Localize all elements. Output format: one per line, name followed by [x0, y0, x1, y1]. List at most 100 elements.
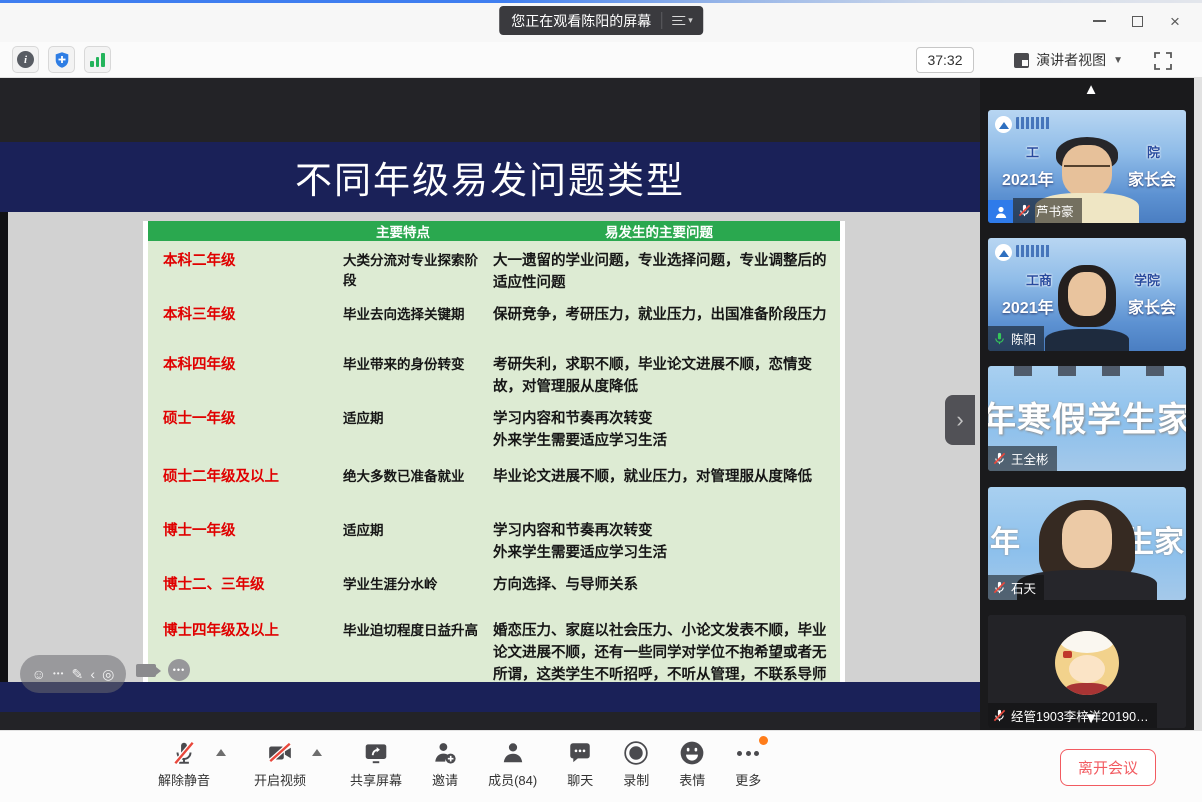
- minimize-button[interactable]: [1080, 0, 1118, 42]
- presenter-camera-icon: [136, 664, 156, 677]
- scroll-up-arrow[interactable]: ▲: [1084, 82, 1099, 97]
- participant-tile[interactable]: 工商学院 2021年家长会 陈阳: [988, 238, 1186, 351]
- cropped-text-fragments: [988, 366, 1186, 376]
- invite-button[interactable]: 邀请: [432, 740, 458, 789]
- screen-share-menu-button[interactable]: ▾: [661, 12, 695, 30]
- smiley-icon: ☺: [32, 667, 46, 681]
- participant-name: 石天: [1011, 578, 1036, 597]
- presenter-more-icon: •••: [168, 659, 190, 681]
- fullscreen-button[interactable]: [1149, 47, 1176, 74]
- participant-name: 王全彬: [1011, 449, 1049, 468]
- camera-muted-icon: [267, 740, 293, 766]
- meeting-security-button[interactable]: [48, 46, 75, 73]
- university-logo-icon: [995, 244, 1012, 261]
- focus-icon: ◎: [102, 667, 114, 681]
- video-options-caret[interactable]: [312, 749, 322, 756]
- participant-name: 陈阳: [1011, 329, 1036, 348]
- signal-bars-icon: [90, 53, 105, 67]
- chevron-right-icon: ›: [956, 407, 963, 433]
- mic-on-icon: [993, 332, 1006, 345]
- audio-options-caret[interactable]: [216, 749, 226, 756]
- comment-icon: •••: [53, 670, 64, 678]
- chat-label: 聊天: [567, 770, 593, 789]
- maximize-button[interactable]: [1118, 0, 1156, 42]
- participant-nameplate: 王全彬: [988, 446, 1057, 471]
- emoji-button[interactable]: 表情: [679, 740, 705, 789]
- participants-sidebar: ▲ 工院 2021年家长会 芦书豪: [980, 78, 1202, 730]
- members-icon: [500, 740, 526, 766]
- members-label: 成员(84): [488, 770, 537, 789]
- table-row: 博士二、三年级 学业生涯分水岭 方向选择、与导师关系: [148, 565, 840, 611]
- window-controls: ×: [1080, 0, 1194, 42]
- start-video-button[interactable]: 开启视频: [254, 740, 306, 789]
- chevron-down-icon: ▾: [688, 16, 693, 25]
- participant-name: 经管1903李梓洋20190…: [1011, 706, 1149, 725]
- participant-name: 芦书豪: [1036, 201, 1074, 220]
- participant-tile[interactable]: 年寒假学生家 王全彬: [988, 366, 1186, 471]
- members-button[interactable]: 成员(84): [488, 740, 537, 789]
- notification-dot: [759, 736, 768, 745]
- close-icon: ×: [1170, 13, 1180, 30]
- sidebar-scrollbar[interactable]: [1194, 78, 1202, 730]
- background-banner-text: 年寒假学生家: [988, 392, 1186, 441]
- scroll-down-arrow[interactable]: ▼: [1084, 711, 1099, 726]
- table-header-row: 主要特点 易发生的主要问题: [148, 221, 840, 241]
- shield-icon: [53, 51, 71, 69]
- app-window: { "window": { "watching_badge": "您正在观看陈阳…: [0, 0, 1202, 802]
- slide-table: 主要特点 易发生的主要问题 本科二年级 大类分流对专业探索阶段 大一遗留的学业问…: [143, 221, 845, 690]
- university-logo-icon: [995, 116, 1012, 133]
- chat-button[interactable]: 聊天: [567, 740, 593, 789]
- mic-muted-icon: [993, 581, 1006, 594]
- mic-muted-icon: [993, 452, 1006, 465]
- university-name-mark: [1016, 245, 1050, 257]
- slide-bottom-band: [0, 682, 980, 712]
- participant-tile[interactable]: 年 生家 石天: [988, 487, 1186, 600]
- more-dots-icon: [737, 751, 759, 756]
- participant-tile[interactable]: 工院 2021年家长会 芦书豪: [988, 110, 1186, 223]
- invite-label: 邀请: [432, 770, 458, 789]
- participant-video: [1027, 265, 1147, 351]
- record-button[interactable]: 录制: [623, 740, 649, 789]
- share-screen-label: 共享屏幕: [350, 770, 402, 789]
- start-video-label: 开启视频: [254, 770, 306, 789]
- collapse-chevron-icon: ‹: [90, 667, 95, 681]
- chevron-down-icon: ▼: [1113, 55, 1123, 66]
- slide-left-edge: [0, 212, 8, 682]
- network-quality-button[interactable]: [84, 46, 111, 73]
- record-label: 录制: [623, 770, 649, 789]
- table-row: 博士一年级 适应期 学习内容和节奏再次转变 外来学生需要适应学习生活: [148, 511, 840, 565]
- view-mode-button[interactable]: 演讲者视图 ▼: [1005, 46, 1132, 74]
- university-name-mark: [1016, 117, 1050, 129]
- slide-body: 主要特点 易发生的主要问题 本科二年级 大类分流对专业探索阶段 大一遗留的学业问…: [0, 212, 980, 682]
- meeting-toolbar: i 37:32 演讲者视图 ▼: [0, 42, 1202, 78]
- fullscreen-icon: [1153, 51, 1173, 71]
- meeting-info-button[interactable]: i: [12, 46, 39, 73]
- info-icon: i: [17, 51, 34, 68]
- bottom-control-bar: 解除静音 开启视频: [0, 730, 1202, 802]
- more-button[interactable]: 更多: [735, 740, 761, 789]
- leave-meeting-button[interactable]: 离开会议: [1060, 749, 1156, 786]
- avatar: [1055, 631, 1119, 695]
- computer-audio-badge: [988, 200, 1013, 223]
- more-label: 更多: [735, 770, 761, 789]
- mic-muted-icon: [1018, 204, 1031, 217]
- participant-nameplate: 陈阳: [988, 326, 1044, 351]
- table-header-problems: 易发生的主要问题: [478, 221, 840, 241]
- presenter-tools-pill: ☺ ••• ✎ ‹ ◎: [20, 655, 126, 693]
- share-screen-button[interactable]: 共享屏幕: [350, 740, 402, 789]
- emoji-icon: [679, 740, 705, 766]
- table-row: 硕士一年级 适应期 学习内容和节奏再次转变 外来学生需要适应学习生活: [148, 399, 840, 457]
- close-button[interactable]: ×: [1156, 0, 1194, 42]
- person-icon: [994, 205, 1008, 219]
- window-titlebar: 您正在观看陈阳的屏幕 ▾ ×: [0, 0, 1202, 42]
- layout-view-icon: [1014, 53, 1029, 68]
- table-header-feature: 主要特点: [328, 221, 478, 241]
- view-mode-label: 演讲者视图: [1036, 50, 1106, 70]
- window-accent-line: [0, 0, 1202, 3]
- sidebar-collapse-handle[interactable]: ›: [945, 395, 975, 445]
- watching-screen-label: 您正在观看陈阳的屏幕: [511, 11, 651, 31]
- participant-nameplate: 经管1903李梓洋20190…: [988, 703, 1157, 728]
- participant-nameplate: 芦书豪: [1013, 198, 1082, 223]
- watching-screen-badge[interactable]: 您正在观看陈阳的屏幕 ▾: [499, 6, 703, 35]
- unmute-button[interactable]: 解除静音: [158, 740, 210, 789]
